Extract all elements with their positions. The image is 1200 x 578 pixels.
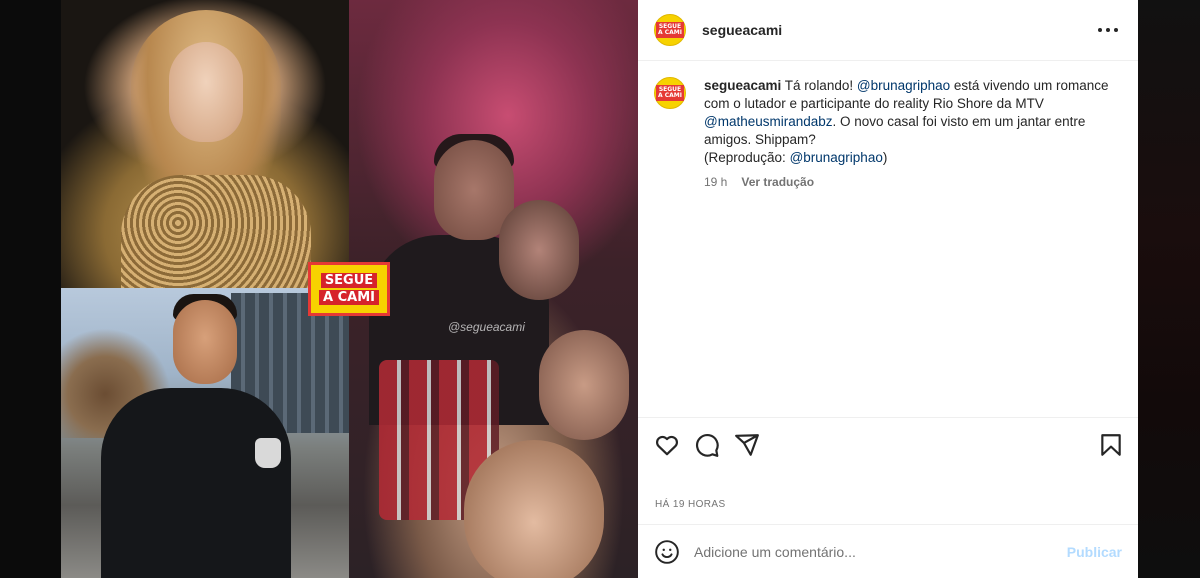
backdrop-edge bbox=[1138, 0, 1200, 578]
hoodie-logo bbox=[255, 438, 281, 468]
media-watermark: @segueacami bbox=[448, 320, 525, 334]
header-username[interactable]: segueacami bbox=[702, 22, 782, 38]
photo-couple bbox=[349, 0, 638, 578]
comment-icon[interactable] bbox=[694, 432, 720, 458]
post-header: SEGUE A CAMI segueacami bbox=[638, 0, 1138, 61]
mention-link[interactable]: @brunagriphao bbox=[790, 150, 883, 165]
caption: SEGUE A CAMI segueacami Tá rolando! @bru… bbox=[654, 77, 1122, 167]
photo-man bbox=[61, 288, 349, 578]
emoji-icon[interactable] bbox=[654, 539, 680, 565]
caption-avatar[interactable]: SEGUE A CAMI bbox=[654, 77, 686, 109]
more-horizontal-icon[interactable] bbox=[1098, 22, 1118, 38]
heart-icon[interactable] bbox=[654, 432, 680, 458]
comment-bar: Publicar bbox=[638, 524, 1138, 578]
publish-button[interactable]: Publicar bbox=[1067, 544, 1122, 560]
caption-age: 19 h bbox=[704, 175, 728, 189]
action-bar bbox=[638, 417, 1138, 475]
caption-username[interactable]: segueacami bbox=[704, 78, 781, 93]
mention-link[interactable]: @brunagriphao bbox=[857, 78, 950, 93]
comments-section: SEGUE A CAMI segueacami Tá rolando! @bru… bbox=[638, 61, 1138, 417]
mention-link[interactable]: @matheusmirandabz bbox=[704, 114, 833, 129]
caption-meta: 19 h Ver tradução bbox=[704, 175, 1122, 189]
translate-button[interactable]: Ver tradução bbox=[741, 175, 814, 189]
caption-text: segueacami Tá rolando! @brunagriphao est… bbox=[704, 78, 1109, 165]
segue-a-cami-logo: SEGUE A CAMI bbox=[308, 262, 390, 316]
bookmark-icon[interactable] bbox=[1098, 432, 1124, 458]
comment-input[interactable] bbox=[694, 543, 1054, 560]
post-time[interactable]: HÁ 19 HORAS bbox=[655, 499, 726, 510]
post-panel: SEGUE A CAMI segueacami SEGUE A CAMI seg… bbox=[638, 0, 1138, 578]
photo-woman bbox=[61, 0, 349, 288]
avatar[interactable]: SEGUE A CAMI bbox=[654, 14, 686, 46]
share-icon[interactable] bbox=[734, 432, 760, 458]
